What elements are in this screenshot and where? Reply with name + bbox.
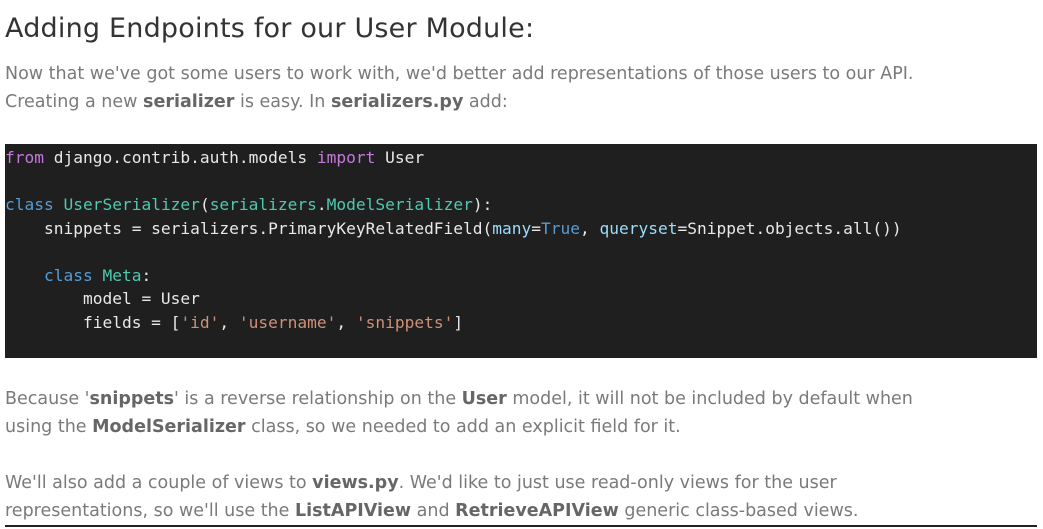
paragraph-text: class, so we needed to add an explicit f… <box>245 417 681 437</box>
inline-term: ModelSerializer <box>92 417 246 437</box>
intro-text: is easy. In <box>234 92 331 112</box>
paragraph-text: and <box>411 501 456 521</box>
code-block[interactable]: from django.contrib.auth.models import U… <box>5 144 1037 358</box>
explanation-paragraph: Because 'snippets' is a reverse relation… <box>5 385 913 441</box>
inline-term: ListAPIView <box>294 501 412 521</box>
inline-filename: serializers.py <box>330 92 464 112</box>
views-paragraph: We'll also add a couple of views to view… <box>5 469 858 525</box>
code-text[interactable]: from django.contrib.auth.models import U… <box>5 146 1037 334</box>
code-token: django.contrib.auth.models <box>43 148 317 167</box>
intro-text: add: <box>463 92 508 112</box>
code-class-name: ModelSerializer <box>326 195 473 214</box>
code-token: , <box>336 312 356 332</box>
code-token: model = User <box>5 289 200 308</box>
code-constant: True <box>541 218 581 238</box>
code-keyword: from <box>5 148 44 167</box>
paragraph-text: model, it will not be included by defaul… <box>506 389 913 409</box>
inline-term: User <box>461 389 507 409</box>
intro-text: Creating a new <box>5 92 144 112</box>
inline-term: RetrieveAPIView <box>455 501 619 521</box>
code-param: many <box>492 218 532 238</box>
code-keyword: import <box>316 148 376 167</box>
inline-term: snippets <box>89 389 175 409</box>
code-token: : <box>141 265 152 285</box>
code-token: , <box>580 218 600 238</box>
code-string: 'snippets' <box>355 312 454 332</box>
section-divider <box>5 525 1037 527</box>
code-token: ): <box>472 195 493 214</box>
paragraph-text: Because ' <box>5 389 90 409</box>
code-class-name: UserSerializer <box>63 195 200 214</box>
code-token: ( <box>199 195 210 214</box>
code-token: User <box>375 148 425 167</box>
code-token: . <box>316 195 327 214</box>
code-string: 'id' <box>180 312 220 332</box>
paragraph-text: . We'd like to just use read-only views … <box>398 473 837 493</box>
code-string: 'username' <box>238 312 337 332</box>
inline-term: serializer <box>143 92 235 112</box>
intro-text: Now that we've got some users to work wi… <box>5 64 914 84</box>
code-token: = <box>531 218 542 238</box>
code-token: snippets = serializers.PrimaryKeyRelated… <box>5 218 493 238</box>
code-keyword: class <box>43 265 93 285</box>
paragraph-text: ' is a reverse relationship on the <box>174 389 462 409</box>
code-keyword: class <box>5 195 54 214</box>
code-class-name: Meta <box>102 265 142 285</box>
code-token: =Snippet.objects.all()) <box>677 218 902 238</box>
paragraph-text: We'll also add a couple of views to <box>5 473 313 493</box>
paragraph-text: representations, so we'll use the <box>5 501 295 521</box>
code-token: fields = [ <box>5 312 181 332</box>
paragraph-text: using the <box>5 417 93 437</box>
code-param: queryset <box>599 218 678 238</box>
code-class-name: serializers <box>209 195 317 214</box>
page-title: Adding Endpoints for our User Module: <box>5 13 535 44</box>
paragraph-text: generic class-based views. <box>618 501 859 521</box>
intro-paragraph: Now that we've got some users to work wi… <box>5 60 913 116</box>
code-token: , <box>219 312 239 332</box>
code-token: ] <box>453 312 464 332</box>
inline-filename: views.py <box>312 473 399 493</box>
